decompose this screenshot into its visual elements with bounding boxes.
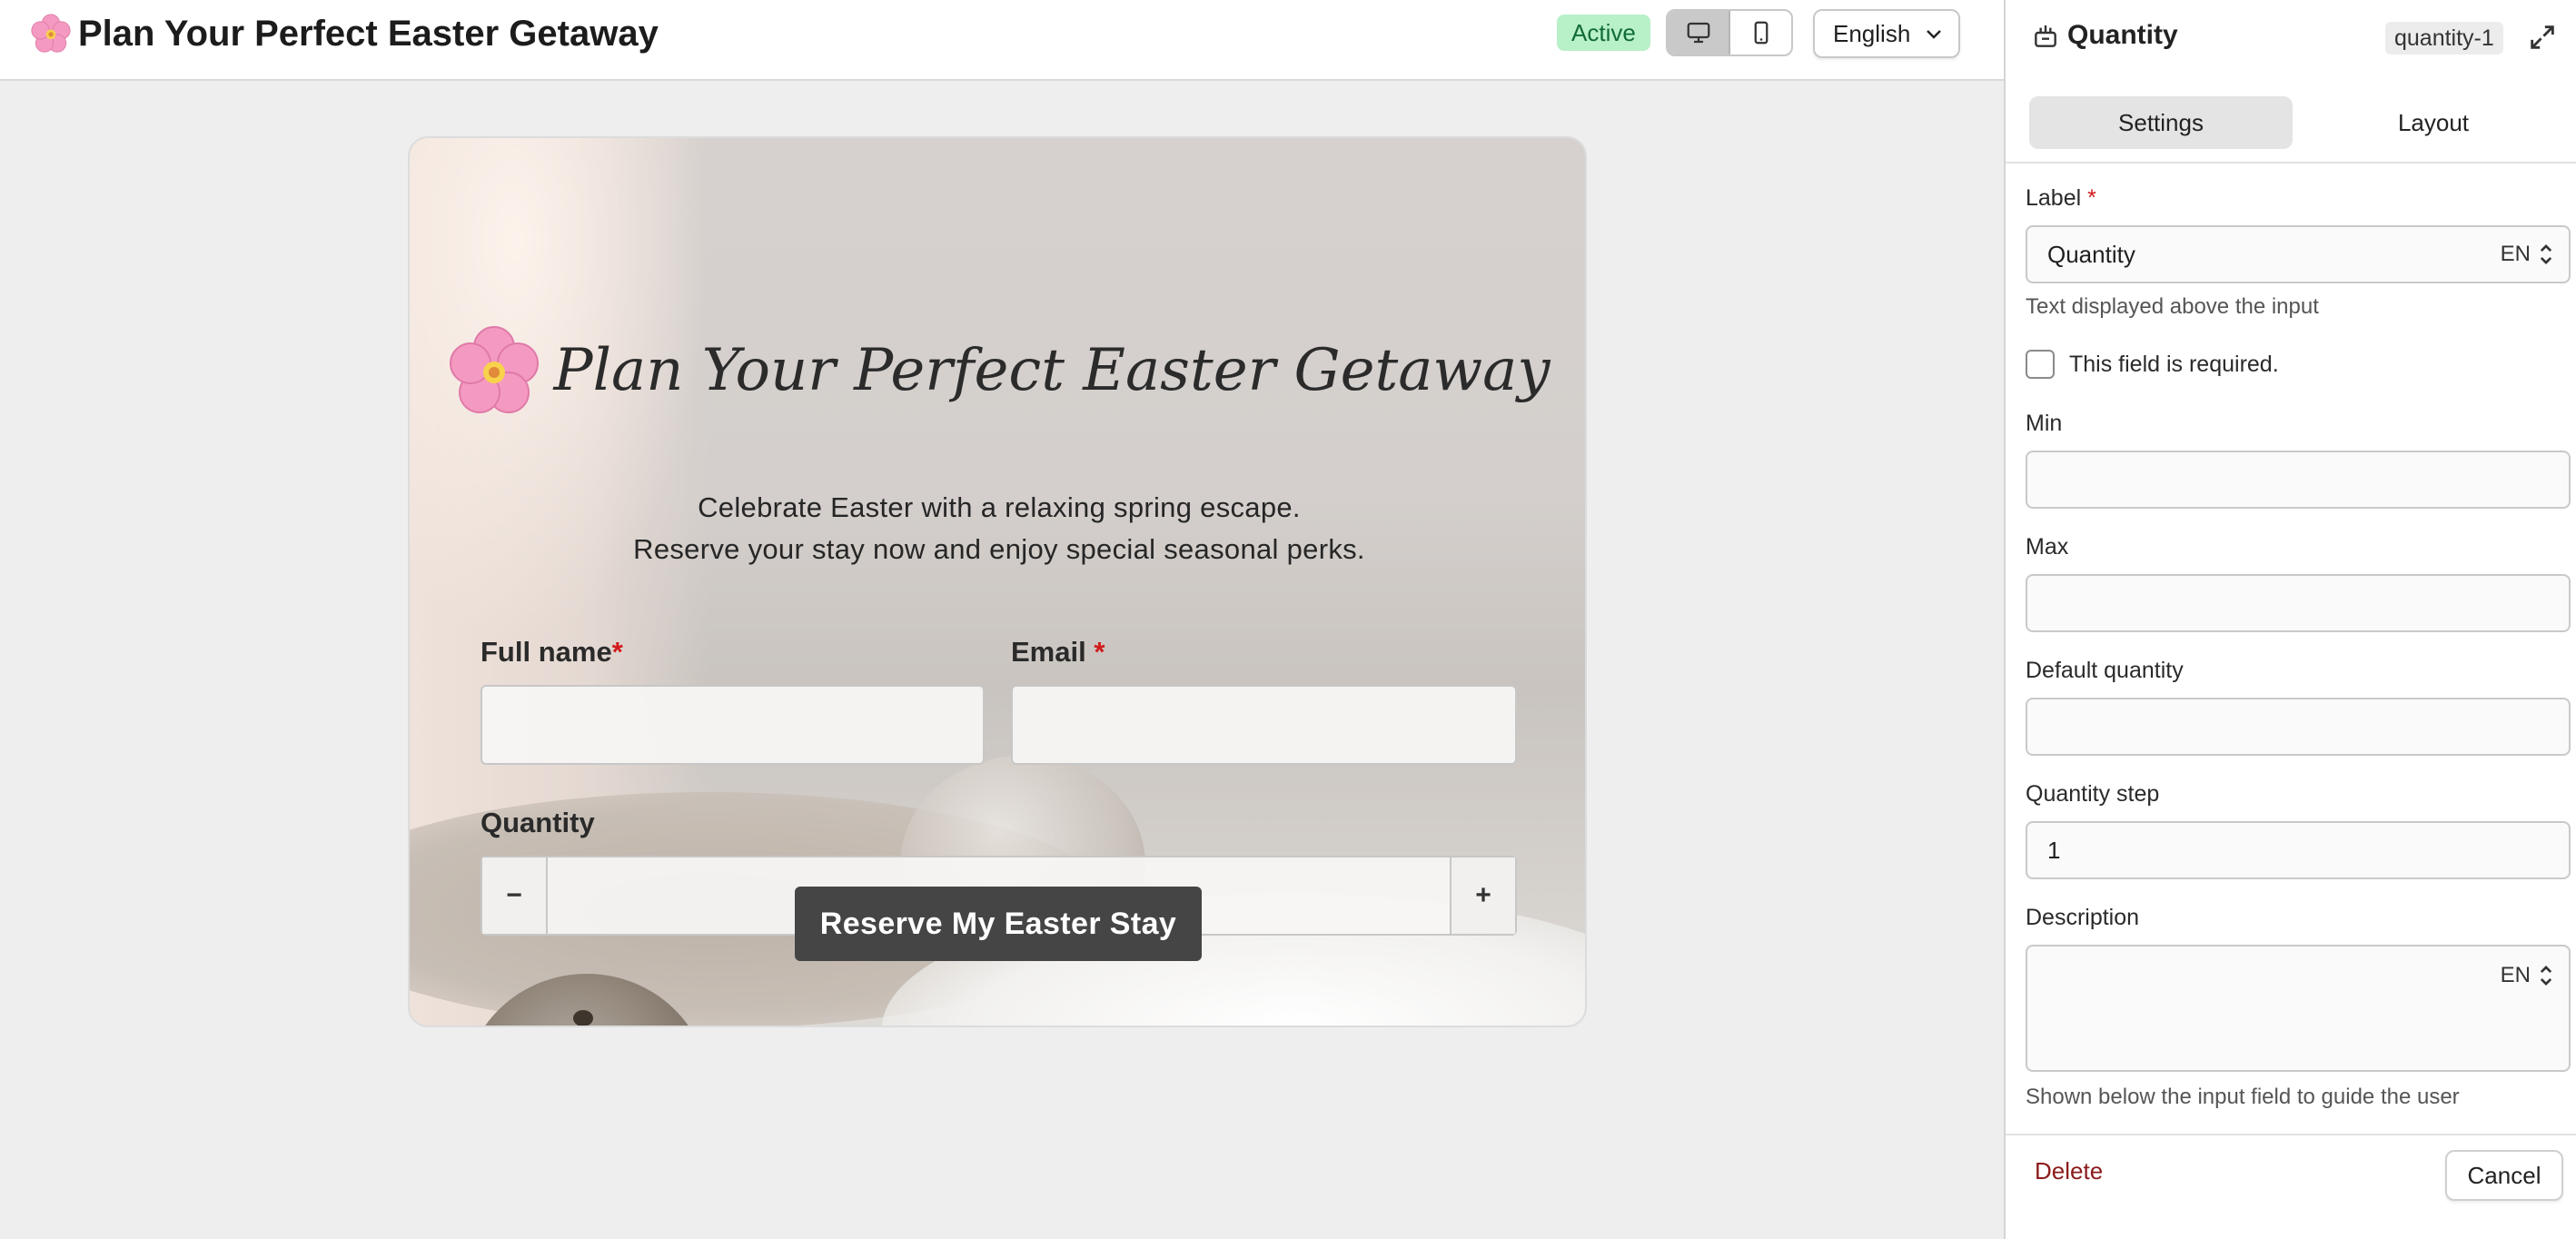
email-label: Email *	[1011, 636, 1105, 668]
required-checkbox[interactable]	[2026, 350, 2055, 379]
panel-title: Quantity	[2067, 20, 2178, 50]
language-switch[interactable]: EN	[2501, 963, 2554, 988]
max-label: Max	[2026, 534, 2069, 560]
status-badge: Active	[1557, 15, 1650, 51]
field-id-badge: quantity-1	[2385, 22, 2503, 55]
expand-icon[interactable]	[2527, 22, 2558, 53]
quantity-label: Quantity	[481, 807, 595, 838]
panel-header: Quantity quantity-1	[2006, 0, 2576, 76]
cherry-blossom-icon	[31, 14, 71, 54]
form-subtitle-line: Reserve your stay now and enjoy special …	[633, 533, 1365, 565]
divider	[2006, 1134, 2576, 1135]
top-bar: Plan Your Perfect Easter Getaway Active …	[0, 0, 2004, 81]
form-subtitle-line: Celebrate Easter with a relaxing spring …	[698, 491, 1301, 523]
required-checkbox-row[interactable]: This field is required.	[2026, 350, 2279, 379]
desktop-view-button[interactable]	[1668, 11, 1730, 55]
panel-tabs: Settings Layout	[2029, 96, 2565, 149]
page-title-text: Plan Your Perfect Easter Getaway	[78, 13, 659, 54]
description-help-text: Shown below the input field to guide the…	[2026, 1085, 2460, 1109]
delete-button[interactable]: Delete	[2035, 1157, 2103, 1185]
max-input[interactable]	[2026, 574, 2571, 632]
tab-settings[interactable]: Settings	[2029, 96, 2293, 149]
language-select-value: English	[1833, 19, 1911, 47]
description-label: Description	[2026, 905, 2140, 930]
full-name-input[interactable]	[481, 685, 985, 765]
chevron-updown-icon	[2540, 966, 2552, 986]
form-subtitle: Celebrate Easter with a relaxing spring …	[410, 487, 1585, 570]
label-field-label: Label *	[2026, 185, 2096, 211]
language-select[interactable]: English	[1813, 9, 1960, 58]
full-name-label: Full name*	[481, 636, 623, 668]
desktop-icon	[1687, 22, 1709, 44]
default-quantity-label: Default quantity	[2026, 658, 2184, 683]
mobile-view-button[interactable]	[1730, 11, 1791, 55]
required-checkbox-label: This field is required.	[2069, 351, 2279, 377]
cherry-blossom-icon	[449, 325, 540, 416]
chevron-updown-icon	[2540, 244, 2552, 264]
default-quantity-input[interactable]	[2026, 698, 2571, 756]
min-input[interactable]	[2026, 451, 2571, 509]
tab-layout[interactable]: Layout	[2302, 96, 2565, 149]
page-title: Plan Your Perfect Easter Getaway	[31, 9, 659, 58]
label-input-value: Quantity	[2047, 240, 2135, 268]
mobile-icon	[1754, 21, 1768, 45]
chevron-down-icon	[1927, 30, 1942, 39]
label-help-text: Text displayed above the input	[2026, 294, 2319, 319]
min-label: Min	[2026, 411, 2063, 436]
required-mark: *	[1094, 636, 1105, 668]
field-settings-panel: Quantity quantity-1 Settings Layout Labe…	[2004, 0, 2576, 1239]
increment-button[interactable]: +	[1450, 857, 1515, 934]
form-title-text: Plan Your Perfect Easter Getaway	[553, 337, 1551, 404]
required-mark: *	[2087, 185, 2096, 211]
form-title: Plan Your Perfect Easter Getaway	[410, 325, 1585, 416]
cancel-button[interactable]: Cancel	[2445, 1150, 2563, 1201]
description-textarea[interactable]: EN	[2026, 945, 2571, 1072]
email-input[interactable]	[1011, 685, 1517, 765]
quantity-step-label: Quantity step	[2026, 781, 2160, 807]
quantity-field-icon	[2035, 25, 2056, 47]
device-toggle	[1666, 9, 1793, 56]
decrement-button[interactable]: −	[482, 857, 548, 934]
language-switch[interactable]: EN	[2501, 242, 2554, 267]
label-input[interactable]: Quantity EN	[2026, 225, 2571, 283]
required-mark: *	[611, 636, 623, 668]
submit-button[interactable]: Reserve My Easter Stay	[795, 887, 1202, 961]
form-preview-card: Plan Your Perfect Easter Getaway Celebra…	[408, 136, 1587, 1027]
quantity-step-input[interactable]: 1	[2026, 821, 2571, 879]
divider	[2006, 162, 2576, 164]
quantity-step-value: 1	[2047, 836, 2061, 864]
